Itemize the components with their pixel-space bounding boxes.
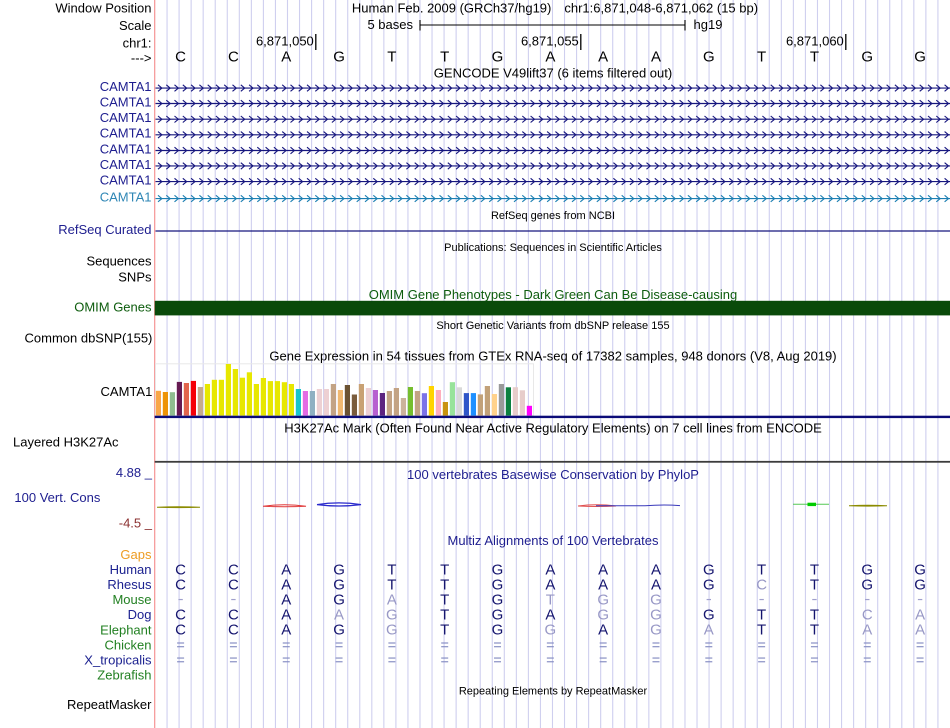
svg-text:CAMTA1: CAMTA1 xyxy=(100,157,152,172)
svg-text:100 vertebrates Basewise Conse: 100 vertebrates Basewise Conservation by… xyxy=(407,467,699,482)
svg-text:G: G xyxy=(914,49,926,66)
svg-text:G: G xyxy=(492,49,504,66)
svg-text:6,871,060: 6,871,060 xyxy=(786,33,844,48)
svg-text:GENCODE V49lift37 (6 items fil: GENCODE V49lift37 (6 items filtered out) xyxy=(434,65,672,80)
svg-text:OMIM Genes: OMIM Genes xyxy=(74,300,152,315)
svg-text:T: T xyxy=(387,49,396,66)
svg-text:6,871,050: 6,871,050 xyxy=(256,33,314,48)
svg-text:X_tropicalis: X_tropicalis xyxy=(84,652,152,667)
svg-text:5 bases: 5 bases xyxy=(367,17,413,32)
svg-text:H3K27Ac Mark (Often Found Near: H3K27Ac Mark (Often Found Near Active Re… xyxy=(284,420,822,435)
svg-text:Common dbSNP(155): Common dbSNP(155) xyxy=(25,330,153,345)
svg-text:Layered H3K27Ac: Layered H3K27Ac xyxy=(13,434,119,449)
svg-text:T: T xyxy=(440,49,449,66)
svg-text:CAMTA1: CAMTA1 xyxy=(100,110,152,125)
svg-text:100 Vert. Cons: 100 Vert. Cons xyxy=(14,490,100,505)
svg-text:CAMTA1: CAMTA1 xyxy=(100,126,152,141)
svg-text:A: A xyxy=(598,622,608,639)
svg-text:G: G xyxy=(861,49,873,66)
svg-text:G: G xyxy=(650,622,662,639)
svg-text:A: A xyxy=(704,622,714,639)
svg-text:Window Position: Window Position xyxy=(55,0,151,15)
svg-text:Elephant: Elephant xyxy=(100,622,152,637)
svg-text:A: A xyxy=(651,49,661,66)
svg-text:Gene Expression in 54 tissues: Gene Expression in 54 tissues from GTEx … xyxy=(269,349,836,364)
svg-text:A: A xyxy=(281,49,291,66)
svg-text:CAMTA1: CAMTA1 xyxy=(100,94,152,109)
svg-text:Multiz Alignments of 100 Verte: Multiz Alignments of 100 Vertebrates xyxy=(447,533,659,548)
svg-text:Human: Human xyxy=(110,562,152,577)
svg-text:Sequences: Sequences xyxy=(86,254,152,269)
svg-text:C: C xyxy=(756,576,767,593)
svg-text:Scale: Scale xyxy=(119,18,152,33)
svg-text:chr1:: chr1: xyxy=(123,35,152,50)
svg-text:-4.5 _: -4.5 _ xyxy=(119,516,153,531)
svg-text:A: A xyxy=(598,49,608,66)
svg-text:Zebrafish: Zebrafish xyxy=(97,667,151,682)
svg-text:Mouse: Mouse xyxy=(112,592,151,607)
svg-text:C: C xyxy=(228,576,239,593)
svg-text:CAMTA1: CAMTA1 xyxy=(100,173,152,188)
svg-text:C: C xyxy=(228,622,239,639)
svg-text:RefSeq genes from NCBI: RefSeq genes from NCBI xyxy=(491,210,615,222)
svg-text:Publications: Sequences in Sci: Publications: Sequences in Scientific Ar… xyxy=(444,242,662,254)
svg-text:CAMTA1: CAMTA1 xyxy=(100,141,152,156)
svg-text:Rhesus: Rhesus xyxy=(107,577,152,592)
svg-text:CAMTA1: CAMTA1 xyxy=(101,384,153,399)
svg-text:A: A xyxy=(545,49,555,66)
svg-text:C: C xyxy=(228,49,239,66)
svg-text:Dog: Dog xyxy=(128,607,152,622)
svg-text:G: G xyxy=(914,576,926,593)
svg-text:G: G xyxy=(703,49,715,66)
svg-text:T: T xyxy=(810,576,819,593)
svg-text:T: T xyxy=(440,622,449,639)
svg-text:RefSeq Curated: RefSeq Curated xyxy=(58,222,151,237)
svg-text:G: G xyxy=(492,622,504,639)
svg-text:Chicken: Chicken xyxy=(105,637,152,652)
svg-text:G: G xyxy=(861,576,873,593)
svg-text:CAMTA1: CAMTA1 xyxy=(100,189,152,204)
svg-text:G: G xyxy=(386,622,398,639)
svg-text:G: G xyxy=(333,622,345,639)
svg-text:RepeatMasker: RepeatMasker xyxy=(67,697,152,712)
svg-text:C: C xyxy=(175,49,186,66)
svg-text:Short Genetic Variants from db: Short Genetic Variants from dbSNP releas… xyxy=(436,320,669,332)
svg-text:6,871,055: 6,871,055 xyxy=(521,33,579,48)
svg-text:Human Feb. 2009 (GRCh37/hg19): Human Feb. 2009 (GRCh37/hg19) chr1:6,871… xyxy=(352,0,758,15)
svg-text:G: G xyxy=(545,622,557,639)
svg-text:Repeating Elements by RepeatMa: Repeating Elements by RepeatMasker xyxy=(459,686,648,698)
svg-text:G: G xyxy=(333,49,345,66)
svg-text:T: T xyxy=(757,622,766,639)
svg-text:Gaps: Gaps xyxy=(120,547,152,562)
svg-text:C: C xyxy=(175,576,186,593)
svg-text:A: A xyxy=(915,622,925,639)
svg-text:OMIM Gene Phenotypes - Dark Gr: OMIM Gene Phenotypes - Dark Green Can Be… xyxy=(369,287,738,302)
svg-text:T: T xyxy=(757,49,766,66)
svg-text:CAMTA1: CAMTA1 xyxy=(100,79,152,94)
svg-text:G: G xyxy=(703,576,715,593)
svg-text:--->: ---> xyxy=(131,50,152,65)
svg-text:A: A xyxy=(281,622,291,639)
svg-text:A: A xyxy=(862,622,872,639)
svg-text:4.88 _: 4.88 _ xyxy=(116,465,153,480)
svg-text:C: C xyxy=(175,622,186,639)
svg-text:T: T xyxy=(810,622,819,639)
svg-text:hg19: hg19 xyxy=(694,17,723,32)
svg-text:T: T xyxy=(810,49,819,66)
svg-text:SNPs: SNPs xyxy=(118,270,152,285)
